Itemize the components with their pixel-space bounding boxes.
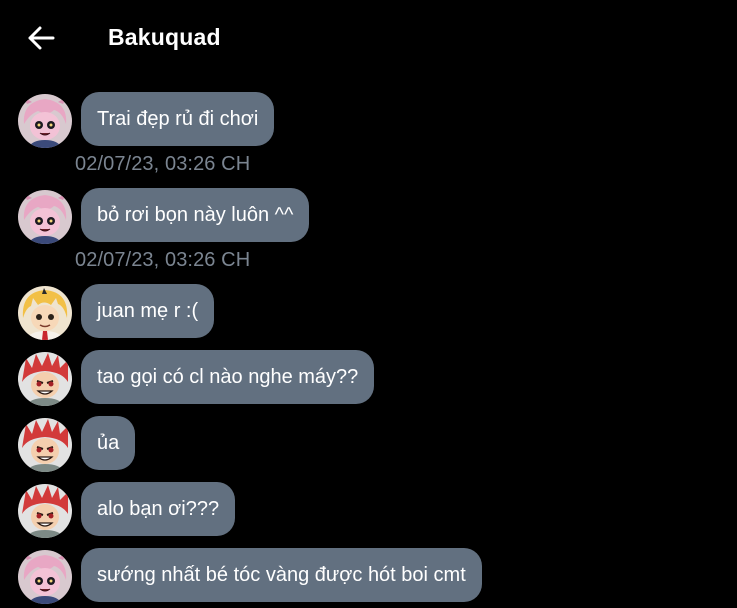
message-timestamp: 02/07/23, 03:26 CH: [75, 153, 251, 175]
red-hair-avatar[interactable]: [18, 418, 72, 472]
message-bubble[interactable]: bỏ rơi bọn này luôn ^^: [81, 188, 310, 242]
back-button[interactable]: [22, 22, 60, 54]
chat-title: Bakuquad: [108, 24, 221, 50]
pink-hair-avatar[interactable]: [18, 94, 72, 148]
pink-hair-avatar[interactable]: [18, 550, 72, 604]
message-bubble[interactable]: ủa: [81, 416, 136, 470]
pink-hair-avatar[interactable]: [18, 190, 72, 244]
message-bubble[interactable]: alo bạn ơi???: [81, 482, 236, 536]
red-hair-avatar[interactable]: [18, 352, 72, 406]
red-hair-avatar[interactable]: [18, 484, 72, 538]
message-timestamp: 02/07/23, 03:26 CH: [75, 249, 251, 271]
arrow-left-icon: [28, 26, 55, 50]
blonde-hair-avatar[interactable]: [18, 286, 72, 340]
chat-header: Bakuquad: [0, 0, 737, 76]
message-bubble[interactable]: Trai đẹp rủ đi chơi: [81, 92, 275, 146]
message-bubble[interactable]: juan mẹ r :(: [81, 284, 215, 338]
message-bubble[interactable]: sướng nhất bé tóc vàng được hót boi cmt: [81, 548, 482, 602]
message-bubble[interactable]: tao gọi có cl nào nghe máy??: [81, 350, 375, 404]
